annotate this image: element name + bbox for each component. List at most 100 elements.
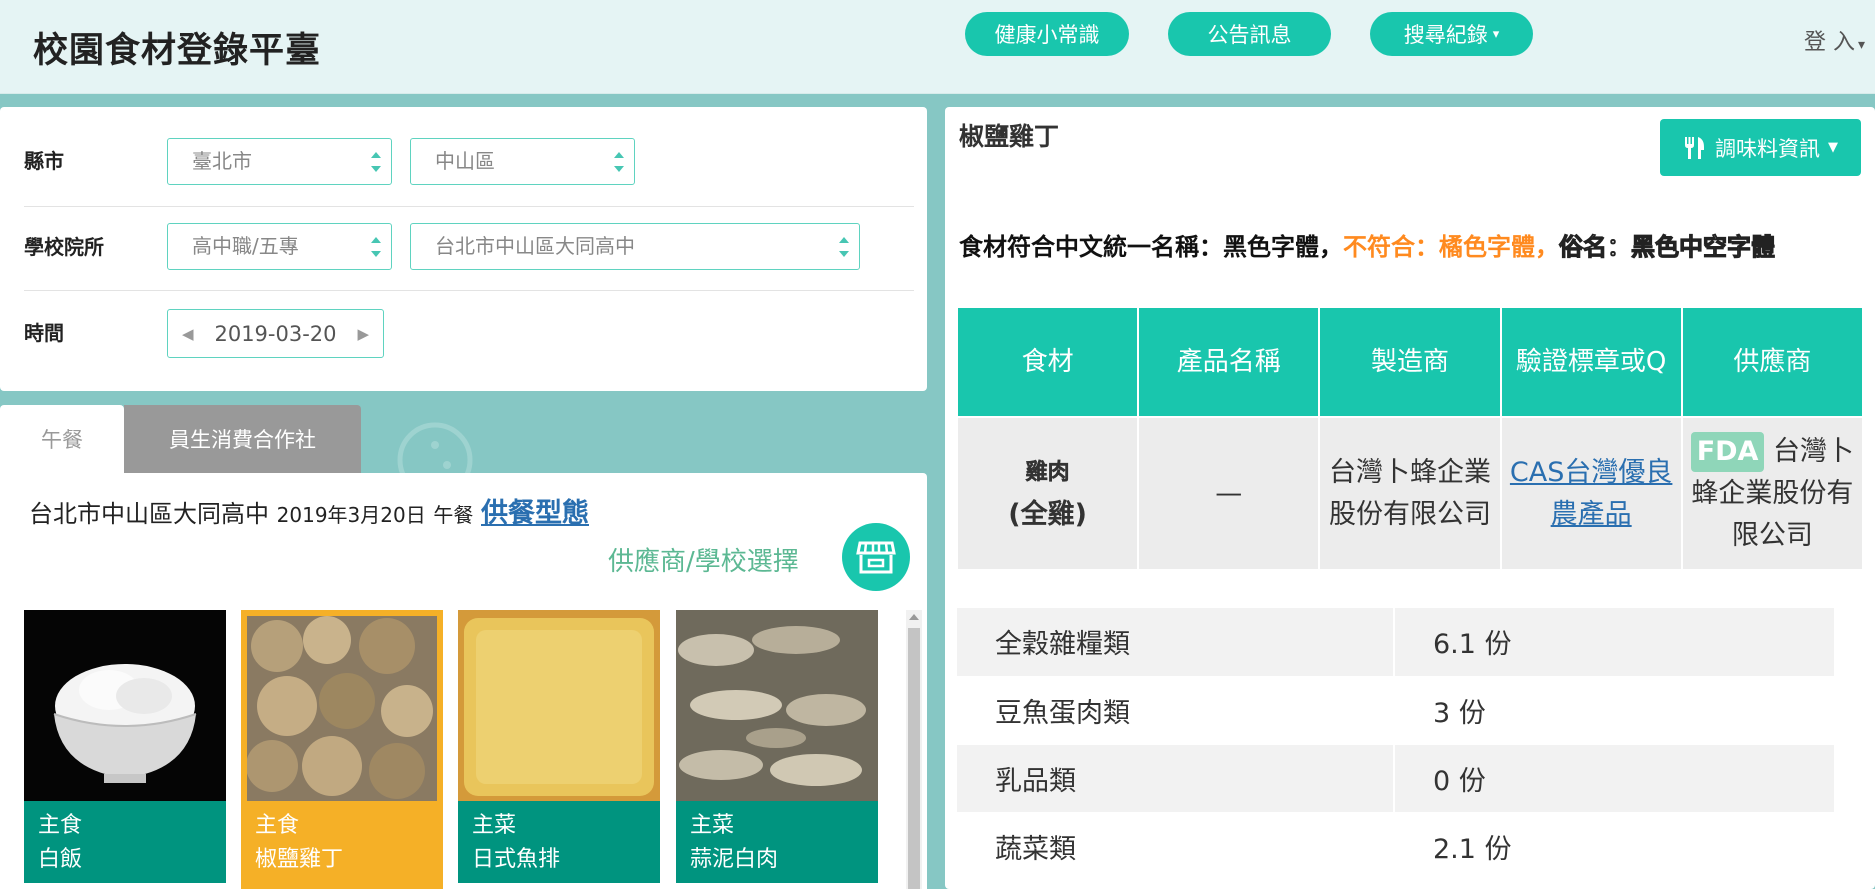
ingredient-sub: (全雞) — [1008, 498, 1087, 530]
food-caption: 主菜 日式魚排 — [458, 801, 660, 883]
food-name: 白飯 — [38, 847, 83, 872]
food-category: 主食 — [38, 813, 83, 838]
food-item-japanese-fish-fillet[interactable]: 主菜 日式魚排 — [458, 610, 660, 889]
nutrition-value: 2.1 份 — [1394, 812, 1834, 881]
supplier-select-button[interactable] — [842, 523, 910, 591]
legend-nonconforming: 不符合：橘色字體， — [1343, 233, 1559, 261]
scroll-up-icon[interactable] — [909, 614, 919, 620]
district-select[interactable]: 中山區 — [410, 138, 635, 185]
district-select-value: 中山區 — [435, 149, 495, 173]
manufacturer-cell: 台灣卜蜂企業股份有限公司 — [1320, 418, 1500, 569]
supplier-school-select-label[interactable]: 供應商/學校選擇 — [608, 541, 799, 578]
product-cell: — — [1139, 418, 1319, 569]
menu-meal: 午餐 — [433, 503, 474, 527]
select-arrows-icon — [614, 148, 624, 176]
school-select-value: 台北市中山區大同高中 — [435, 234, 635, 258]
food-name: 日式魚排 — [472, 847, 561, 872]
legend-conforming: 食材符合中文統一名稱：黑色字體， — [959, 233, 1343, 261]
nutrition-value: 6.1 份 — [1394, 608, 1834, 677]
food-image — [458, 610, 660, 801]
divider — [24, 206, 914, 207]
date-picker[interactable]: ◀ 2019-03-20 ▶ — [167, 309, 384, 358]
col-manufacturer: 製造商 — [1320, 308, 1500, 416]
nav-label: 健康小常識 — [994, 23, 1100, 47]
table-row: 全穀雜糧類 6.1 份 — [957, 608, 1834, 677]
food-category: 主食 — [255, 813, 300, 838]
chevron-down-icon: ▼ — [1828, 140, 1838, 155]
legend-common-name: 俗名：黑色中空字體 — [1559, 233, 1776, 262]
tab-cooperative[interactable]: 員生消費合作社 — [124, 405, 361, 473]
nutrition-label: 全穀雜糧類 — [957, 608, 1395, 677]
table-row: 雞肉 (全雞) — 台灣卜蜂企業股份有限公司 CAS台灣優良農產品 FDA 台灣… — [958, 418, 1862, 569]
select-arrows-icon — [371, 233, 381, 261]
seasoning-info-label: 調味料資訊 — [1715, 136, 1820, 161]
menu-panel: 台北市中山區大同高中 2019年3月20日 午餐 供餐型態 供應商/學校選擇 主… — [0, 473, 927, 889]
chevron-down-icon: ▾ — [1857, 37, 1865, 53]
col-supplier: 供應商 — [1682, 308, 1862, 416]
top-header: 校園食材登錄平臺 健康小常識 公告訊息 搜尋紀錄 ▾ 登 入 ▾ — [0, 0, 1875, 94]
nav-search-history-dropdown[interactable]: 搜尋紀錄 ▾ — [1370, 12, 1533, 56]
tab-label: 午餐 — [41, 428, 83, 452]
supply-type-link[interactable]: 供餐型態 — [481, 498, 589, 529]
menu-date: 2019年3月20日 — [276, 503, 426, 527]
city-select[interactable]: 臺北市 — [167, 138, 392, 185]
city-select-value: 臺北市 — [192, 149, 252, 173]
nav-label: 公告訊息 — [1207, 23, 1292, 47]
food-caption: 主菜 蒜泥白肉 — [676, 801, 878, 883]
certification-link[interactable]: CAS台灣優良農產品 — [1510, 457, 1672, 530]
next-date-icon[interactable]: ▶ — [357, 325, 369, 343]
site-title[interactable]: 校園食材登錄平臺 — [33, 22, 321, 73]
nutrition-table: 全穀雜糧類 6.1 份 豆魚蛋肉類 3 份 乳品類 0 份 蔬菜類 2.1 份 — [957, 608, 1834, 881]
nutrition-label: 蔬菜類 — [957, 812, 1395, 881]
fda-badge[interactable]: FDA — [1690, 431, 1765, 472]
school-select[interactable]: 台北市中山區大同高中 — [410, 223, 860, 270]
login-label: 登 入 — [1803, 30, 1855, 55]
table-row: 乳品類 0 份 — [957, 744, 1834, 813]
food-image — [247, 616, 437, 801]
select-arrows-icon — [371, 148, 381, 176]
prev-date-icon[interactable]: ◀ — [182, 325, 194, 343]
divider — [24, 290, 914, 291]
tab-label: 員生消費合作社 — [169, 428, 316, 452]
time-label: 時間 — [24, 321, 64, 345]
food-item-rice[interactable]: 主食 白飯 — [24, 610, 226, 889]
dish-title: 椒鹽雞丁 — [959, 122, 1060, 151]
scrollbar-thumb[interactable] — [908, 628, 920, 889]
filter-panel: 縣市 臺北市 中山區 學校院所 高中職/五專 台北市中山區大同高中 時間 ◀ 2… — [0, 107, 927, 391]
seasoning-info-dropdown[interactable]: 調味料資訊 ▼ — [1660, 119, 1861, 176]
utensils-icon — [1685, 136, 1704, 159]
table-header-row: 食材 產品名稱 製造商 驗證標章或Q 供應商 — [958, 308, 1862, 416]
dish-detail-panel: 椒鹽雞丁 調味料資訊 ▼ 食材符合中文統一名稱：黑色字體，不符合：橘色字體，俗名… — [945, 107, 1875, 889]
nutrition-value: 0 份 — [1394, 744, 1834, 813]
nutrition-label: 豆魚蛋肉類 — [957, 676, 1395, 745]
school-type-select[interactable]: 高中職/五專 — [167, 223, 392, 270]
tab-lunch[interactable]: 午餐 — [0, 405, 124, 473]
supplier-cell: FDA 台灣卜蜂企業股份有限公司 — [1682, 418, 1862, 569]
certification-cell: CAS台灣優良農產品 — [1501, 418, 1681, 569]
food-list-scrollbar[interactable] — [906, 610, 922, 889]
nutrition-label: 乳品類 — [957, 744, 1395, 813]
food-item-salt-pepper-chicken[interactable]: 主食 椒鹽雞丁 — [241, 610, 443, 889]
city-label: 縣市 — [24, 149, 64, 173]
food-caption: 主食 白飯 — [24, 801, 226, 883]
ingredient-name: 雞肉 — [1025, 459, 1070, 485]
food-image — [24, 610, 226, 801]
school-label: 學校院所 — [24, 235, 104, 259]
select-arrows-icon — [839, 233, 849, 261]
nav-label: 搜尋紀錄 — [1403, 23, 1488, 47]
menu-heading: 台北市中山區大同高中 2019年3月20日 午餐 供餐型態 — [29, 491, 589, 530]
food-item-garlic-pork[interactable]: 主菜 蒜泥白肉 — [676, 610, 878, 889]
col-ingredient: 食材 — [958, 308, 1138, 416]
food-image — [676, 610, 878, 801]
col-product-name: 產品名稱 — [1139, 308, 1319, 416]
login-dropdown[interactable]: 登 入 ▾ — [1804, 24, 1865, 56]
food-category: 主菜 — [690, 813, 735, 838]
food-name: 椒鹽雞丁 — [255, 847, 344, 872]
ingredient-cell: 雞肉 (全雞) — [958, 418, 1138, 569]
nav-health-tips-button[interactable]: 健康小常識 — [965, 12, 1129, 56]
date-value[interactable]: 2019-03-20 — [214, 322, 336, 346]
food-category: 主菜 — [472, 813, 517, 838]
nutrition-value: 3 份 — [1394, 676, 1834, 745]
table-row: 蔬菜類 2.1 份 — [957, 812, 1834, 881]
nav-announcements-button[interactable]: 公告訊息 — [1168, 12, 1331, 56]
